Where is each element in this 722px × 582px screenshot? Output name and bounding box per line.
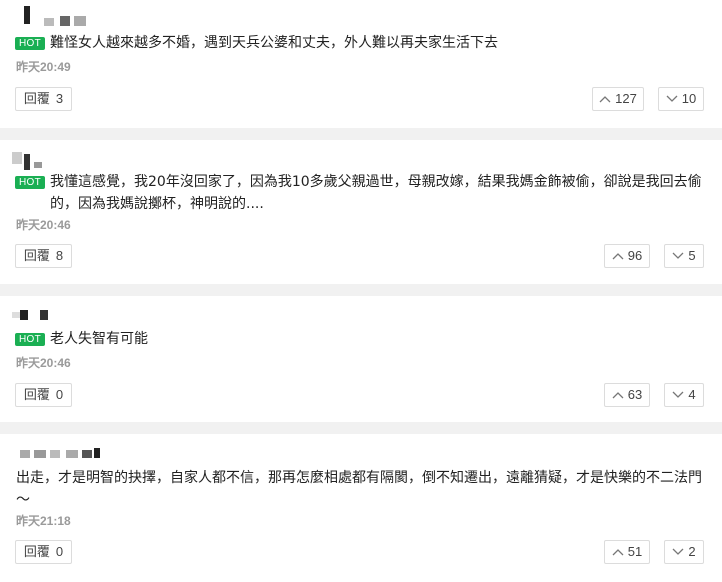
- reply-count: 3: [55, 91, 64, 106]
- downvote-button[interactable]: 5: [664, 244, 704, 268]
- downvote-count: 10: [681, 91, 697, 106]
- comment-time: 昨天20:46: [16, 356, 71, 370]
- hot-badge: HOT: [15, 333, 46, 346]
- chevron-down-icon: [672, 252, 684, 259]
- comment-card: HOT 我懂這感覺，我20年沒回家了，因為我10多歲父親過世，母親改嫁，結果我媽…: [0, 140, 722, 284]
- reply-label: 回覆: [23, 91, 50, 106]
- chevron-down-icon: [672, 548, 684, 555]
- downvote-count: 5: [688, 248, 696, 263]
- hot-badge: HOT: [15, 176, 46, 189]
- chevron-up-icon: [612, 392, 624, 399]
- reply-label: 回覆: [23, 248, 50, 263]
- reply-count: 8: [55, 248, 64, 263]
- hot-badge: HOT: [15, 37, 46, 50]
- comment-text: 難怪女人越來越多不婚，遇到天兵公婆和丈夫，外人難以再夫家生活下去: [50, 35, 498, 51]
- comment-time: 昨天21:18: [16, 514, 71, 528]
- upvote-count: 63: [627, 387, 643, 402]
- comment-text: 我懂這感覺，我20年沒回家了，因為我10多歲父親過世，母親改嫁，結果我媽金飾被偷…: [50, 174, 702, 212]
- downvote-count: 2: [688, 544, 696, 559]
- chevron-down-icon: [666, 95, 678, 102]
- reply-button[interactable]: 回覆 3: [15, 87, 72, 111]
- upvote-button[interactable]: 63: [604, 383, 650, 407]
- downvote-button[interactable]: 2: [664, 540, 704, 564]
- reply-button[interactable]: 回覆 8: [15, 244, 72, 268]
- reply-button[interactable]: 回覆 0: [15, 383, 72, 407]
- chevron-up-icon: [612, 549, 624, 556]
- comment-time: 昨天20:49: [16, 60, 71, 74]
- upvote-count: 127: [615, 91, 637, 106]
- comment-card: HOT 老人失智有可能 昨天20:46 回覆 0 63 4: [0, 296, 722, 422]
- comment-text: 出走，才是明智的抉擇，自家人都不信，那再怎麼相處都有隔閡，倒不知遷出，遠離猜疑，…: [16, 470, 702, 508]
- comment-text: 老人失智有可能: [50, 331, 148, 347]
- reply-count: 0: [55, 387, 64, 402]
- comment-time: 昨天20:46: [16, 218, 71, 232]
- downvote-button[interactable]: 4: [664, 383, 704, 407]
- chevron-down-icon: [672, 391, 684, 398]
- upvote-button[interactable]: 127: [592, 87, 644, 111]
- reply-count: 0: [55, 544, 64, 559]
- upvote-button[interactable]: 96: [604, 244, 650, 268]
- reply-label: 回覆: [23, 387, 50, 402]
- downvote-button[interactable]: 10: [658, 87, 704, 111]
- downvote-count: 4: [688, 387, 696, 402]
- upvote-button[interactable]: 51: [604, 540, 650, 564]
- comment-card: HOT 難怪女人越來越多不婚，遇到天兵公婆和丈夫，外人難以再夫家生活下去 昨天2…: [0, 0, 722, 128]
- reply-button[interactable]: 回覆 0: [15, 540, 72, 564]
- chevron-up-icon: [612, 253, 624, 260]
- reply-label: 回覆: [23, 544, 50, 559]
- upvote-count: 51: [627, 544, 643, 559]
- upvote-count: 96: [627, 248, 643, 263]
- comment-card: 出走，才是明智的抉擇，自家人都不信，那再怎麼相處都有隔閡，倒不知遷出，遠離猜疑，…: [0, 434, 722, 582]
- chevron-up-icon: [599, 96, 611, 103]
